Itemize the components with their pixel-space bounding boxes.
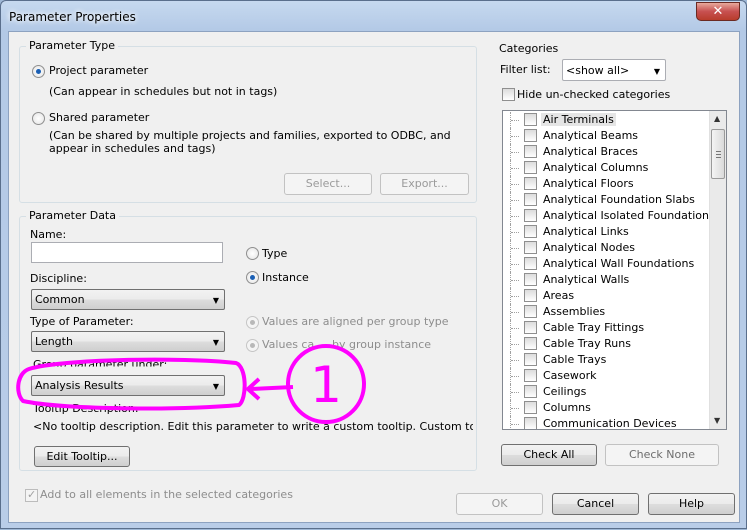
highlight-ellipse [16, 357, 247, 411]
annotation-overlay: 1 [16, 344, 366, 424]
parameter-properties-dialog: Parameter Properties ✕ Parameter Type Pr… [0, 0, 747, 529]
annotation-number: 1 [310, 356, 342, 414]
